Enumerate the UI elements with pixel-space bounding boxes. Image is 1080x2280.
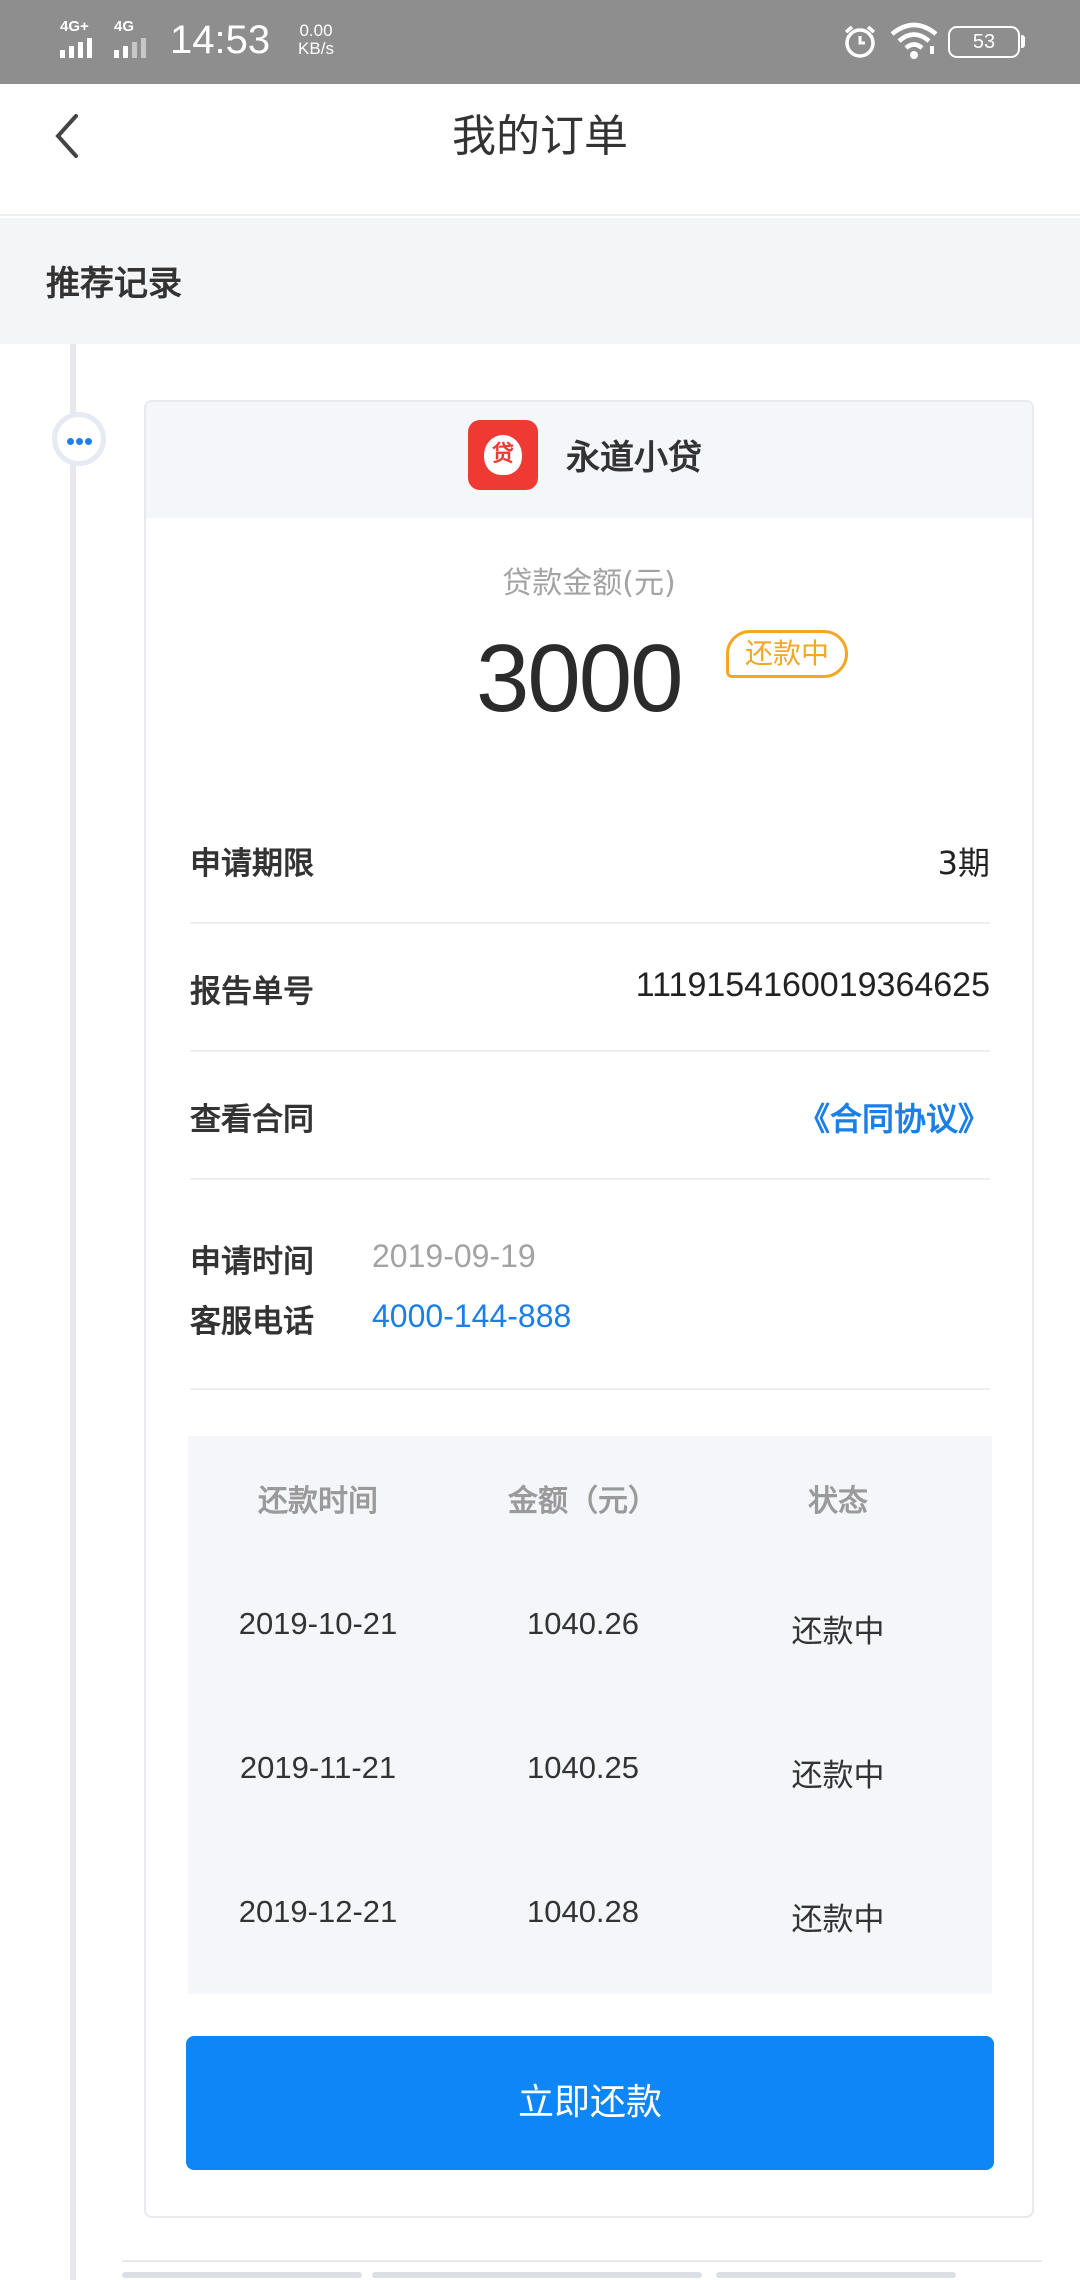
term-label: 申请期限	[190, 846, 314, 882]
signal-icon: 4G	[114, 18, 160, 58]
status-bar: 4G+ 4G 14:53 0.00 KB/s 53	[0, 0, 1080, 84]
info-row-report-no: 报告单号 111915416001936462​5	[190, 926, 990, 1052]
section-header: 推荐记录	[0, 218, 1080, 344]
table-header: 还款时间	[258, 1484, 378, 1519]
loan-logo-char: 贷	[484, 435, 522, 475]
contract-link[interactable]: 《合同协议》	[798, 1094, 990, 1140]
table-header: 金额（元）	[508, 1484, 658, 1519]
loan-amount: 3000	[476, 625, 684, 732]
battery-icon: 53	[948, 26, 1020, 58]
table-cell-amount: 1040.25	[526, 1750, 640, 1785]
alarm-icon	[844, 25, 876, 58]
info-row-term: 申请期限 3期	[190, 798, 990, 924]
service-phone-line: 客服电话 4000-144-888	[190, 1296, 990, 1346]
signal-icon: 4G+	[60, 18, 106, 58]
more-dots-icon[interactable]	[52, 412, 106, 466]
network-speed: 0.00 KB/s	[286, 22, 346, 58]
report-no-label: 报告单号	[190, 974, 314, 1010]
card-header: 贷 永道小贷	[146, 402, 1032, 518]
table-header: 状态	[808, 1484, 868, 1519]
detail-block: 申请时间 2019-09-19 客服电话 4000-144-888	[190, 1184, 990, 1390]
page-title: 我的订单	[452, 111, 628, 162]
wifi-icon	[890, 22, 938, 59]
contract-label: 查看合同	[190, 1102, 314, 1138]
apply-time-label: 申请时间	[190, 1244, 314, 1280]
table-cell-amount: 1040.28	[526, 1894, 640, 1929]
speed-value: 0.00	[299, 21, 333, 40]
term-value: 3期	[937, 844, 990, 882]
status-badge: 还款中	[726, 630, 848, 678]
table-cell-status: 还款中	[791, 1758, 885, 1793]
amount-label: 贷款金额(元)	[502, 566, 676, 601]
next-card-edge	[122, 2260, 1042, 2280]
battery-tip	[1021, 35, 1025, 48]
speed-unit: KB/s	[298, 39, 334, 58]
timeline-line	[70, 344, 76, 2280]
section-title: 推荐记录	[46, 264, 182, 304]
nav-bar: 我的订单	[0, 84, 1080, 216]
apply-time-value: 2019-09-19	[372, 1238, 536, 1274]
clock: 14:53	[170, 18, 271, 62]
report-no-value: 111915416001936462​5	[635, 966, 990, 1004]
signal-type-label: 4G+	[60, 18, 89, 35]
table-cell-status: 还款中	[791, 1902, 885, 1937]
service-phone-label: 客服电话	[190, 1304, 314, 1340]
info-row-contract: 查看合同 《合同协议》	[190, 1054, 990, 1180]
signal-type-label: 4G	[114, 18, 135, 35]
loan-logo-icon: 贷	[468, 420, 538, 490]
repay-now-button[interactable]: 立即还款	[186, 2036, 994, 2170]
table-cell-status: 还款中	[791, 1614, 885, 1649]
table-cell-date: 2019-10-21	[238, 1606, 398, 1641]
table-cell-date: 2019-12-21	[238, 1894, 398, 1929]
repayment-table: 还款时间 金额（元） 状态 2019-10-21 1040.26 还款中 201…	[188, 1436, 992, 1994]
apply-time-line: 申请时间 2019-09-19	[190, 1236, 990, 1286]
order-card: 贷 永道小贷 贷款金额(元) 3000 还款中 申请期限 3期 报告单号 111…	[144, 400, 1034, 2218]
table-cell-amount: 1040.26	[526, 1606, 640, 1641]
service-phone-link[interactable]: 4000-144-888	[372, 1298, 571, 1335]
table-cell-date: 2019-11-21	[239, 1750, 397, 1785]
lender-name: 永道小贷	[566, 438, 702, 478]
